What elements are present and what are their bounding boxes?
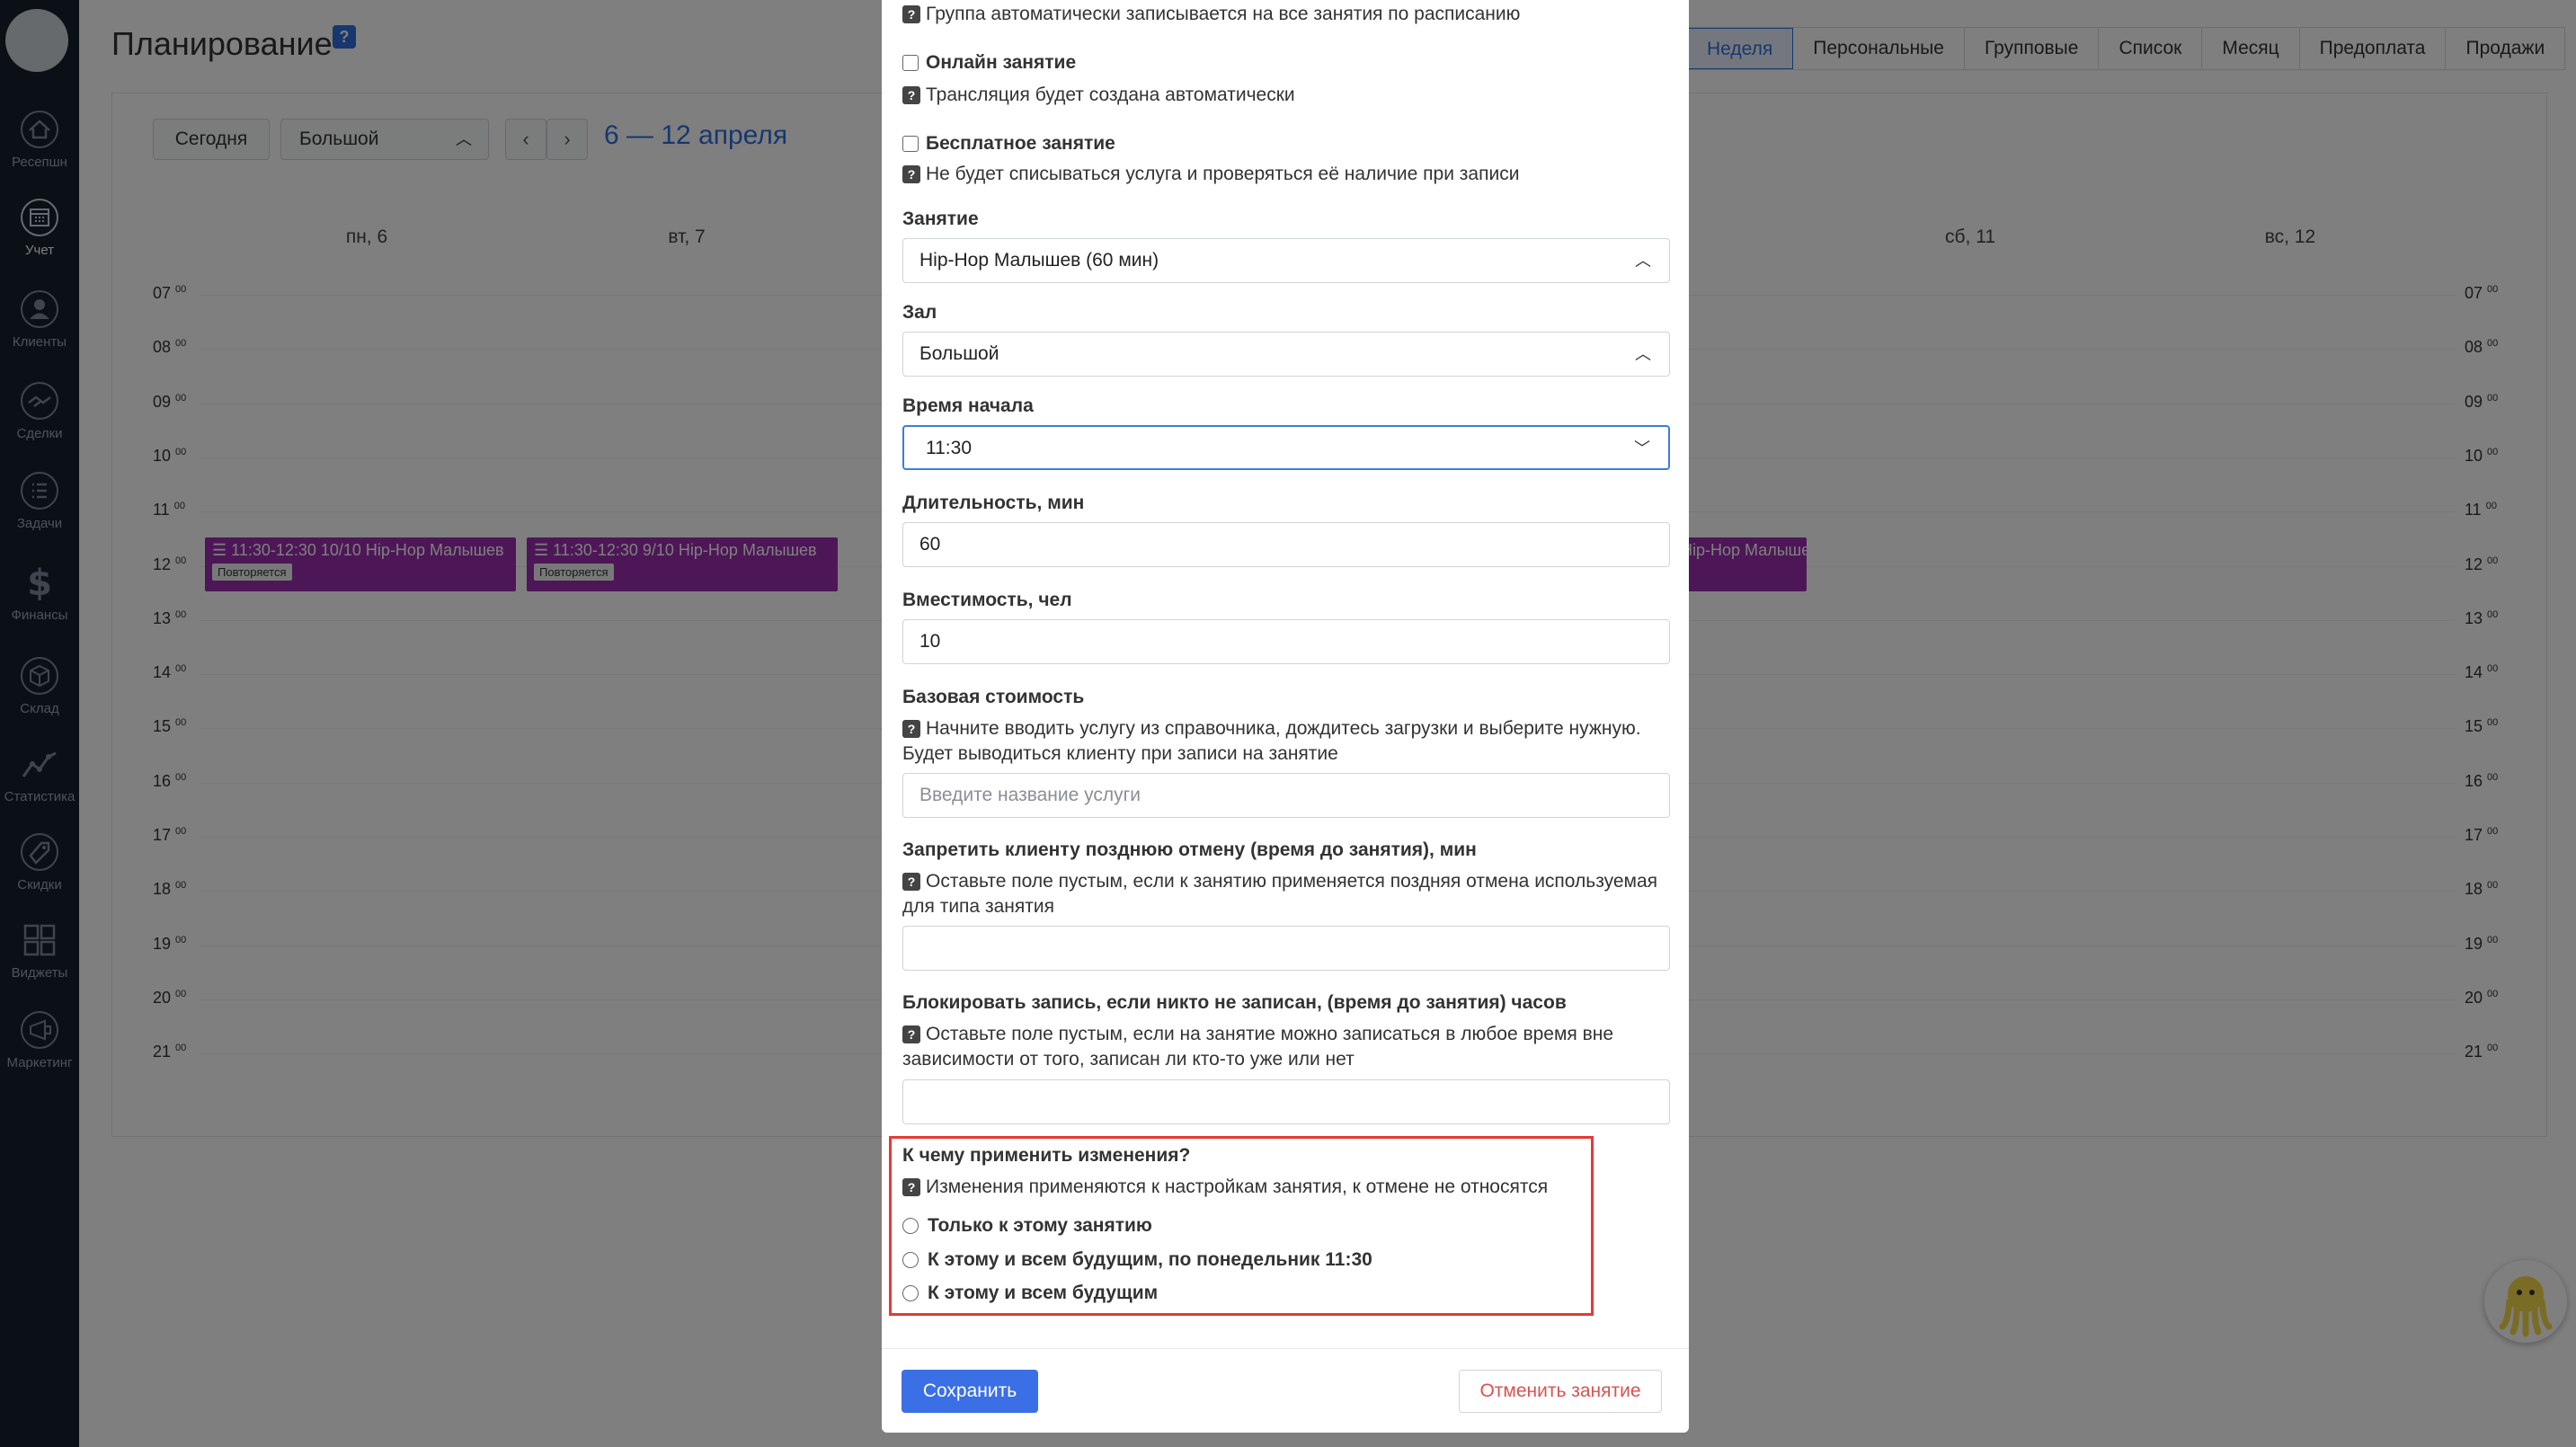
radio-button[interactable] — [902, 1252, 919, 1269]
help-icon: ? — [902, 165, 920, 184]
apply-changes-note: ? Изменения применяются к настройкам заня… — [902, 1176, 1548, 1198]
block-booking-input[interactable] — [902, 1079, 1670, 1124]
duration-label: Длительность, мин — [902, 493, 1085, 513]
radio-button[interactable] — [902, 1285, 919, 1302]
save-button[interactable]: Сохранить — [902, 1370, 1038, 1413]
late-cancel-input[interactable] — [902, 926, 1670, 971]
start-time-value: 11:30 — [926, 438, 972, 458]
price-service-input[interactable]: Введите название услуги — [902, 773, 1670, 818]
block-booking-label: Блокировать запись, если никто не записа… — [902, 992, 1567, 1013]
help-icon: ? — [902, 1025, 920, 1044]
free-note: ? Не будет списываться услуга и проверять… — [902, 164, 1519, 185]
block-booking-note: ? Оставьте поле пустым, если на занятие м… — [902, 1024, 1614, 1070]
online-checkbox-row[interactable]: Онлайн занятие — [902, 52, 1076, 74]
price-note: ? Начните вводить услугу из справочника, … — [902, 718, 1641, 764]
start-time-select[interactable]: 11:30 ﹀ — [902, 425, 1670, 470]
chevron-up-icon: ︿ — [1635, 252, 1651, 270]
help-icon: ? — [902, 5, 920, 24]
apply-option-this[interactable]: Только к этому занятию — [902, 1215, 1152, 1237]
late-cancel-label: Запретить клиенту позднюю отмену (время … — [902, 839, 1477, 860]
duration-input[interactable]: 60 — [902, 522, 1670, 567]
help-icon: ? — [902, 1178, 920, 1197]
help-icon: ? — [902, 86, 920, 105]
online-checkbox[interactable] — [902, 55, 919, 72]
hall-select-field[interactable]: Большой ︿ — [902, 332, 1670, 377]
late-cancel-note: ? Оставьте поле пустым, если к занятию пр… — [902, 871, 1658, 917]
free-checkbox-row[interactable]: Бесплатное занятие — [902, 133, 1115, 155]
modal-footer-divider — [882, 1348, 1689, 1349]
cancel-lesson-button[interactable]: Отменить занятие — [1459, 1370, 1662, 1413]
price-label: Базовая стоимость — [902, 687, 1085, 707]
chevron-down-icon: ﹀ — [1634, 439, 1650, 457]
start-time-label: Время начала — [902, 395, 1034, 416]
group-auto-note: ? Группа автоматически записывается на вс… — [902, 4, 1520, 25]
online-note: ? Трансляция будет создана автоматически — [902, 84, 1295, 106]
apply-option-future-all[interactable]: К этому и всем будущим — [902, 1283, 1158, 1304]
lesson-select-value: Hip-Hop Малышев (60 мин) — [919, 250, 1159, 271]
lesson-label: Занятие — [902, 209, 979, 229]
help-icon: ? — [902, 873, 920, 892]
hall-label: Зал — [902, 302, 937, 323]
hall-select-field-value: Большой — [919, 343, 999, 364]
lesson-select[interactable]: Hip-Hop Малышев (60 мин) ︿ — [902, 238, 1670, 283]
free-checkbox[interactable] — [902, 136, 919, 153]
apply-option-future-weekday[interactable]: К этому и всем будущим, по понедельник 1… — [902, 1249, 1372, 1271]
capacity-input[interactable]: 10 — [902, 619, 1670, 664]
capacity-label: Вместимость, чел — [902, 590, 1072, 610]
apply-changes-label: К чему применить изменения? — [902, 1145, 1191, 1166]
radio-button[interactable] — [902, 1218, 919, 1235]
help-icon: ? — [902, 720, 920, 739]
chevron-up-icon: ︿ — [1635, 345, 1651, 363]
